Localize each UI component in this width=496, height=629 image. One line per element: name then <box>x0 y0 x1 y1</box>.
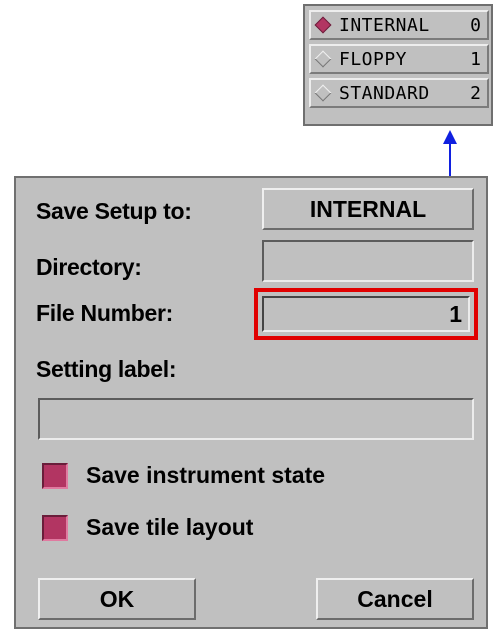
ok-button[interactable]: OK <box>38 578 196 620</box>
radio-diamond-icon <box>314 50 332 68</box>
save-setup-label: Save Setup to: <box>36 198 192 224</box>
save-setup-dialog: Save Setup to: INTERNAL Directory: File … <box>14 176 488 629</box>
save-instrument-state-label: Save instrument state <box>86 462 326 488</box>
menu-item-label: STANDARD <box>339 82 430 104</box>
save-instrument-state-checkbox[interactable] <box>42 462 68 489</box>
setting-label-field[interactable] <box>38 398 474 440</box>
save-tile-layout-checkbox[interactable] <box>42 514 68 541</box>
save-setup-destination-button[interactable]: INTERNAL <box>262 188 474 230</box>
menu-item-internal[interactable]: INTERNAL 0 <box>309 10 489 40</box>
file-number-label: File Number: <box>36 300 173 326</box>
file-number-field[interactable]: 1 <box>262 296 470 332</box>
directory-field[interactable] <box>262 240 474 282</box>
save-tile-layout-row[interactable]: Save tile layout <box>42 514 253 541</box>
directory-label: Directory: <box>36 254 142 280</box>
menu-item-label: FLOPPY <box>339 48 408 70</box>
menu-item-standard[interactable]: STANDARD 2 <box>309 78 489 108</box>
radio-diamond-selected-icon <box>314 16 332 34</box>
storage-dropdown-menu: INTERNAL 0 FLOPPY 1 STANDARD 2 <box>303 4 493 126</box>
setting-label-label: Setting label: <box>36 356 177 382</box>
menu-item-number: 1 <box>470 48 481 70</box>
save-tile-layout-label: Save tile layout <box>86 514 254 540</box>
menu-item-number: 0 <box>470 14 481 36</box>
menu-item-floppy[interactable]: FLOPPY 1 <box>309 44 489 74</box>
menu-item-number: 2 <box>470 82 481 104</box>
cancel-button[interactable]: Cancel <box>316 578 474 620</box>
menu-item-label: INTERNAL <box>339 14 430 36</box>
radio-diamond-icon <box>314 84 332 102</box>
save-instrument-state-row[interactable]: Save instrument state <box>42 462 325 489</box>
file-number-highlight: 1 <box>254 288 478 340</box>
